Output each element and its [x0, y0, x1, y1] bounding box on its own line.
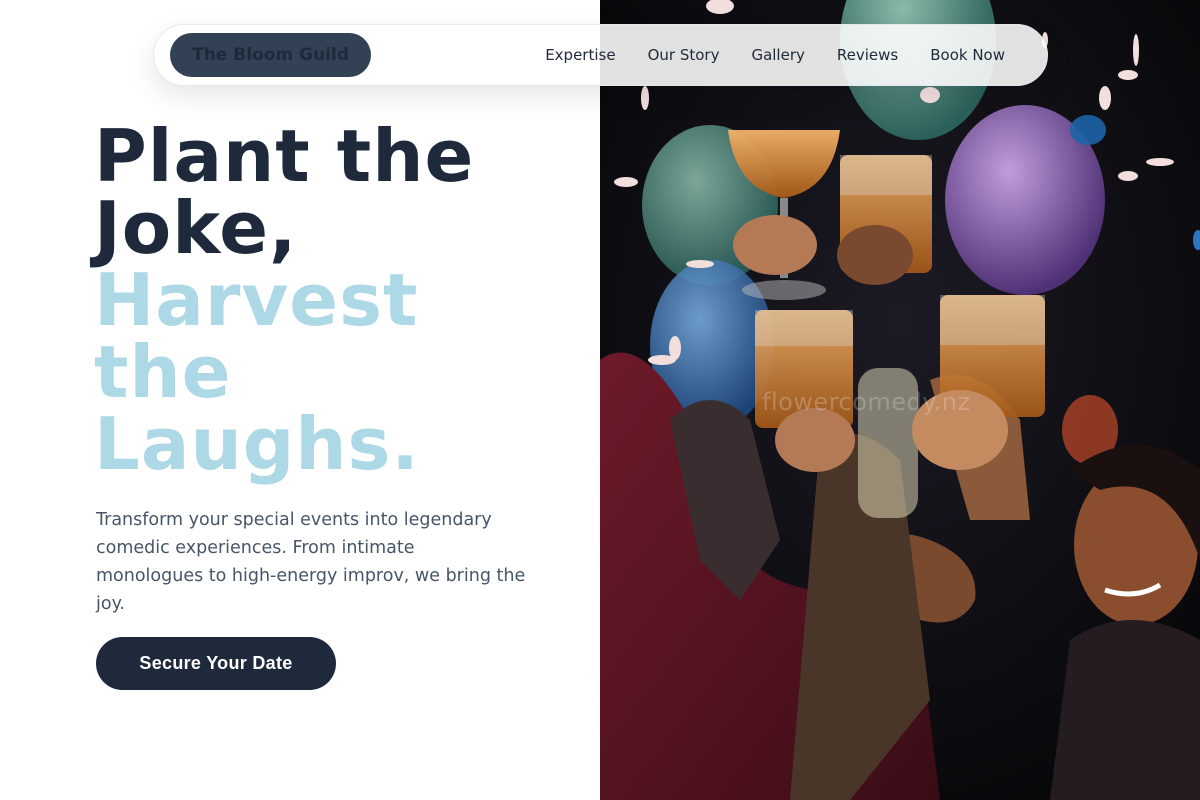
- brand-logo-button[interactable]: The Bloom Guild: [170, 33, 371, 77]
- headline-line-dark: Plant the Joke,: [94, 114, 475, 270]
- nav-links: Expertise Our Story Gallery Reviews Book…: [529, 24, 1021, 86]
- nav-link-gallery[interactable]: Gallery: [735, 24, 820, 86]
- headline-line-accent: Harvest the Laughs.: [94, 258, 420, 486]
- nav-link-expertise[interactable]: Expertise: [529, 24, 631, 86]
- secure-date-button[interactable]: Secure Your Date: [96, 637, 336, 690]
- image-watermark: flowercomedy.nz: [762, 388, 971, 416]
- hero-description: Transform your special events into legen…: [96, 510, 526, 614]
- top-navigation: The Bloom Guild Expertise Our Story Gall…: [153, 24, 1048, 86]
- nav-link-our-story[interactable]: Our Story: [632, 24, 736, 86]
- nav-link-book-now[interactable]: Book Now: [914, 24, 1021, 86]
- hero-headline: Plant the Joke, Harvest the Laughs.: [94, 120, 574, 480]
- nav-link-reviews[interactable]: Reviews: [821, 24, 914, 86]
- hero-image: flowercomedy.nz: [600, 0, 1200, 800]
